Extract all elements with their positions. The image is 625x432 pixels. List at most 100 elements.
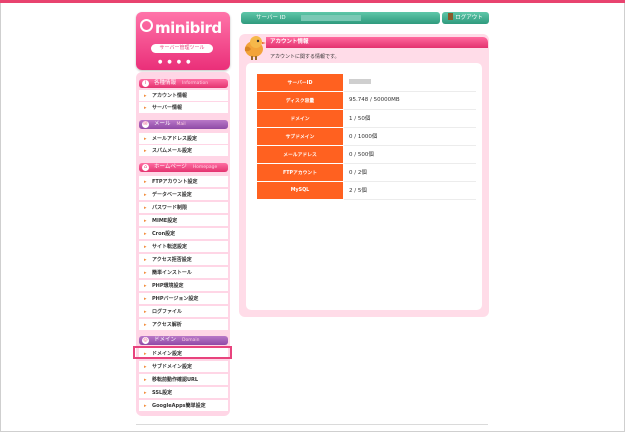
table-row: FTPアカウント 0 / 2個	[256, 162, 476, 182]
arrow-icon: ▸	[144, 218, 147, 224]
minibird-logo[interactable]: minibird サーバー管理ツール ●●●●	[136, 12, 230, 70]
page-title: アカウント情報	[266, 37, 488, 48]
arrow-icon: ▸	[144, 231, 147, 237]
arrow-icon: ▸	[144, 322, 147, 328]
info-icon: i	[142, 80, 149, 87]
account-info-table: サーバーID ディスク容量 95.748 / 50000MB ドメイン 1 / 50…	[256, 73, 476, 200]
sidebar-item-easy-install[interactable]: ▸ 簡単インストール	[139, 267, 228, 279]
arrow-icon: ▸	[144, 283, 147, 289]
logo-brand-text: minibird	[155, 19, 222, 37]
section-subtitle: Information	[182, 81, 209, 86]
sidebar-item-label: ログファイル	[152, 309, 183, 315]
section-information: i 各種情報 Information	[139, 79, 228, 88]
row-label: ディスク容量	[256, 90, 344, 110]
logo-ring-icon	[140, 19, 153, 32]
section-subtitle: Mail	[176, 122, 186, 127]
sidebar-item-label: GoogleApps簡単設定	[152, 403, 206, 409]
sidebar-item-label: SSL設定	[152, 390, 173, 396]
row-label: FTPアカウント	[256, 162, 344, 182]
sidebar-item-label: 簡単インストール	[152, 270, 192, 276]
home-icon: ⌂	[142, 164, 149, 171]
row-label: サブドメイン	[256, 126, 344, 146]
sidebar-item-label: サーバー情報	[152, 105, 182, 111]
sidebar-item-access-deny[interactable]: ▸ アクセス拒否設定	[139, 254, 228, 266]
section-subtitle: Homepage	[192, 165, 218, 170]
sidebar-item-log-file[interactable]: ▸ ログファイル	[139, 306, 228, 318]
sidebar-item-googleapps[interactable]: ▸ GoogleApps簡単設定	[139, 400, 228, 412]
section-title: ホームページ	[154, 164, 187, 170]
globe-icon: ◎	[142, 337, 149, 344]
arrow-icon: ▸	[144, 179, 147, 185]
sidebar-item-mime[interactable]: ▸ MIME設定	[139, 215, 228, 227]
sidebar-item-label: FTPアカウント設定	[152, 179, 198, 185]
sidebar-item-label: 移転前動作確認URL	[152, 377, 199, 383]
sidebar-item-label: MIME設定	[152, 218, 178, 224]
sidebar-item-label: PHPバージョン設定	[152, 296, 199, 302]
row-value: 95.748 / 50000MB	[343, 91, 476, 110]
row-value	[343, 73, 476, 92]
section-mail: ✉ メール Mail	[139, 120, 228, 129]
sidebar-item-cron[interactable]: ▸ Cron設定	[139, 228, 228, 240]
sidebar-item-label: Cron設定	[152, 231, 176, 237]
row-label: メールアドレス	[256, 144, 344, 164]
sidebar-item-label: スパムメール設定	[152, 148, 193, 154]
sidebar-item-spam-mail[interactable]: ▸ スパムメール設定	[139, 145, 228, 157]
sidebar-item-server-info[interactable]: ▸ サーバー情報	[139, 102, 228, 114]
sidebar-item-label: PHP環境設定	[152, 283, 184, 289]
sidebar-item-label: アクセス解析	[152, 322, 182, 328]
logout-button[interactable]: ログアウト	[442, 12, 489, 24]
table-row: MySQL 2 / 5個	[256, 180, 476, 200]
sidebar-item-ftp-account[interactable]: ▸ FTPアカウント設定	[139, 176, 228, 188]
logout-label: ログアウト	[455, 15, 483, 21]
arrow-icon: ▸	[144, 105, 147, 111]
server-id-value	[301, 15, 361, 21]
sidebar-item-mail-address[interactable]: ▸ メールアドレス設定	[139, 133, 228, 145]
row-value: 0 / 500個	[343, 145, 476, 164]
redacted-value	[349, 78, 371, 84]
sidebar-item-migration-url[interactable]: ▸ 移転前動作確認URL	[139, 374, 228, 386]
sidebar-item-password-limit[interactable]: ▸ パスワード制限	[139, 202, 228, 214]
top-accent-line	[0, 0, 625, 3]
row-value: 2 / 5個	[343, 181, 476, 200]
row-label: サーバーID	[256, 73, 344, 92]
door-icon	[448, 13, 454, 20]
footer-divider	[136, 424, 488, 425]
sidebar-item-label: メールアドレス設定	[152, 136, 198, 142]
table-row: サブドメイン 0 / 1000個	[256, 126, 476, 146]
arrow-icon: ▸	[144, 148, 147, 154]
arrow-icon: ▸	[144, 309, 147, 315]
row-label: ドメイン	[256, 108, 344, 128]
section-homepage: ⌂ ホームページ Homepage	[139, 163, 228, 172]
section-title: ドメイン	[154, 337, 177, 343]
section-title: メール	[154, 121, 171, 127]
server-id-label: サーバー ID	[256, 15, 286, 21]
sidebar-item-php-version[interactable]: ▸ PHPバージョン設定	[139, 293, 228, 305]
row-value: 0 / 2個	[343, 163, 476, 182]
table-row: ドメイン 1 / 50個	[256, 108, 476, 128]
sidebar-item-ssl[interactable]: ▸ SSL設定	[139, 387, 228, 399]
arrow-icon: ▸	[144, 136, 147, 142]
sidebar-item-account-info[interactable]: ▸ アカウント情報	[139, 90, 228, 102]
arrow-icon: ▸	[144, 377, 147, 383]
arrow-icon: ▸	[144, 364, 147, 370]
page-description: アカウントに関する情報です。	[270, 54, 340, 60]
table-row: メールアドレス 0 / 500個	[256, 144, 476, 164]
arrow-icon: ▸	[144, 390, 147, 396]
arrow-icon: ▸	[144, 244, 147, 250]
section-title: 各種情報	[154, 80, 177, 86]
sidebar-item-site-redirect[interactable]: ▸ サイト転送設定	[139, 241, 228, 253]
sidebar-item-access-analysis[interactable]: ▸ アクセス解析	[139, 319, 228, 331]
bird-icon	[244, 36, 266, 60]
sidebar-item-label: アカウント情報	[152, 93, 188, 99]
row-label: MySQL	[256, 180, 344, 200]
selection-highlight	[133, 346, 232, 359]
sidebar-item-php-env[interactable]: ▸ PHP環境設定	[139, 280, 228, 292]
row-value: 1 / 50個	[343, 109, 476, 128]
sidebar-item-label: アクセス拒否設定	[152, 257, 192, 263]
sidebar-item-database[interactable]: ▸ データベース設定	[139, 189, 228, 201]
arrow-icon: ▸	[144, 205, 147, 211]
sidebar-item-subdomain[interactable]: ▸ サブドメイン設定	[139, 361, 228, 373]
table-row: ディスク容量 95.748 / 50000MB	[256, 90, 476, 110]
arrow-icon: ▸	[144, 93, 147, 99]
mail-icon: ✉	[142, 121, 149, 128]
